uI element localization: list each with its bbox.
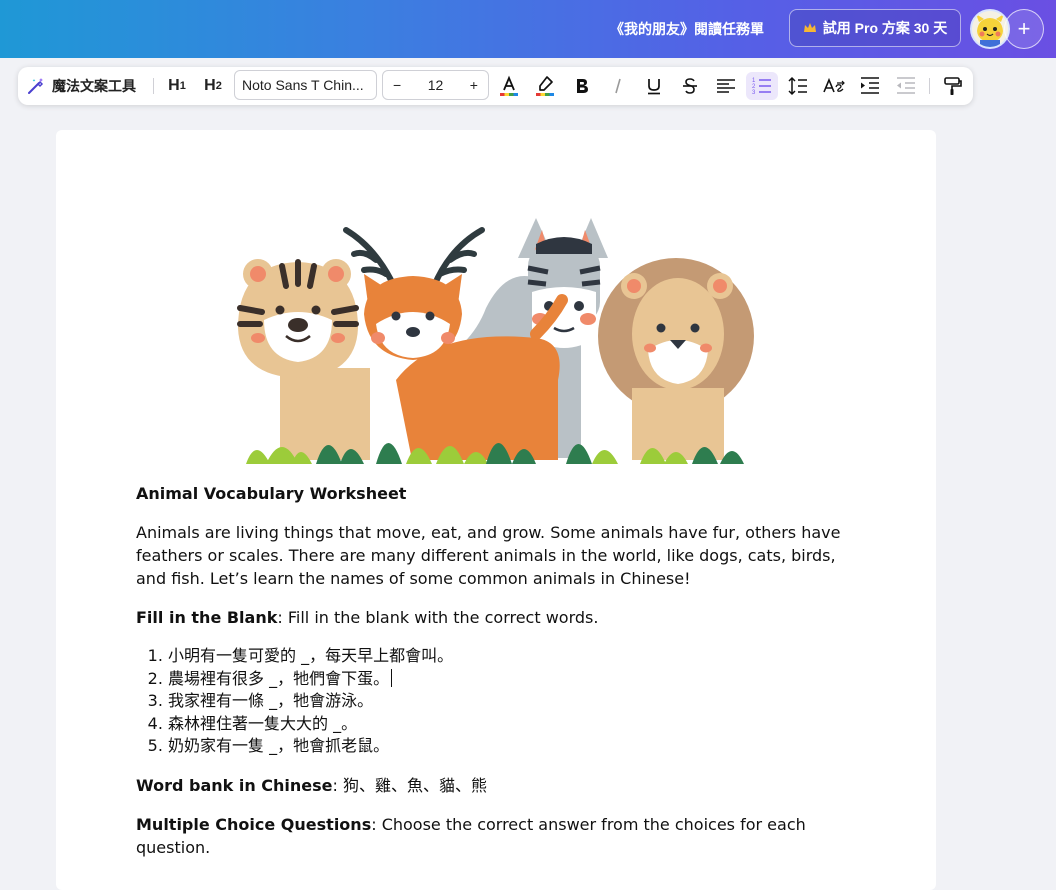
list-item: 森林裡住著一隻大大的 _。	[168, 713, 856, 736]
font-size-value[interactable]: 12	[428, 77, 444, 93]
editor-toolbar: 魔法文案工具 H1 H2 Noto Sans T Chin... − 12 +	[18, 67, 973, 105]
avatar-image	[972, 11, 1008, 47]
underline-icon	[648, 79, 660, 95]
line-spacing-button[interactable]	[783, 72, 813, 100]
font-size-increase-button[interactable]: +	[470, 77, 478, 93]
highlight-button[interactable]	[530, 72, 560, 100]
multiple-choice-instructions: Multiple Choice Questions: Choose the co…	[136, 813, 856, 859]
list-item-text: 農場裡有很多 _，牠們會下蛋。	[168, 668, 390, 688]
document-body[interactable]: Animal Vocabulary Worksheet Animals are …	[136, 482, 856, 875]
list-item: 農場裡有很多 _，牠們會下蛋。	[168, 668, 856, 691]
bold-icon	[577, 79, 588, 93]
fill-blank-instruction-text: : Fill in the blank with the correct wor…	[277, 608, 599, 627]
intro-paragraph: Animals are living things that move, eat…	[136, 523, 841, 588]
numbered-list-icon: 1 2 3	[752, 78, 771, 96]
list-item: 奶奶家有一隻 _，牠會抓老鼠。	[168, 735, 856, 758]
strikethrough-icon	[683, 78, 697, 94]
toolbar-divider	[929, 78, 930, 94]
bold-button[interactable]	[567, 72, 597, 100]
heading1-label: H	[168, 77, 180, 94]
line-spacing-icon	[788, 76, 807, 96]
multiple-choice-heading: Multiple Choice Questions	[136, 814, 372, 834]
word-bank-heading: Word bank in Chinese	[136, 775, 333, 795]
word-bank: Word bank in Chinese: 狗、雞、魚、貓、熊	[136, 774, 856, 797]
magic-wand-icon	[28, 78, 44, 94]
outdent-icon	[897, 77, 915, 94]
indent-icon	[861, 77, 879, 94]
document-title[interactable]: 《我的朋友》閱讀任務單	[610, 19, 764, 39]
align-left-button[interactable]	[711, 72, 741, 100]
try-pro-button[interactable]: 試用 Pro 方案 30 天	[789, 9, 961, 47]
underline-button[interactable]	[639, 72, 669, 100]
fill-blank-instructions: Fill in the Blank: Fill in the blank wit…	[136, 606, 856, 629]
heading1-sub: 1	[179, 80, 186, 92]
worksheet-title: Animal Vocabulary Worksheet	[136, 484, 407, 503]
outdent-button[interactable]	[891, 72, 921, 100]
magic-write-button[interactable]: 魔法文案工具	[26, 72, 140, 100]
font-size-control: − 12 +	[382, 70, 489, 100]
word-bank-words: : 狗、雞、魚、貓、熊	[332, 775, 487, 795]
text-color-icon	[500, 75, 518, 96]
italic-button[interactable]	[603, 72, 633, 100]
letter-spacing-icon	[823, 77, 845, 93]
text-color-button[interactable]	[494, 72, 524, 100]
animals-illustration	[237, 218, 754, 464]
document-page[interactable]: Animal Vocabulary Worksheet Animals are …	[56, 130, 936, 890]
fill-blank-heading: Fill in the Blank	[136, 608, 278, 627]
heading2-label: H	[204, 77, 216, 94]
indent-button[interactable]	[855, 72, 885, 100]
highlighter-icon	[536, 76, 554, 96]
fill-blank-list: 小明有一隻可愛的 _，每天早上都會叫。 農場裡有很多 _，牠們會下蛋。 我家裡有…	[136, 645, 856, 758]
svg-text:3: 3	[752, 90, 756, 96]
add-button[interactable]: +	[1004, 9, 1044, 49]
paint-roller-icon	[944, 77, 962, 95]
font-size-decrease-button[interactable]: −	[393, 77, 401, 93]
list-item: 我家裡有一條 _，牠會游泳。	[168, 690, 856, 713]
text-cursor	[391, 668, 393, 687]
toolbar-divider	[153, 78, 154, 94]
numbered-list-button[interactable]: 1 2 3	[746, 72, 778, 100]
magic-write-label: 魔法文案工具	[52, 78, 136, 94]
format-painter-button[interactable]	[938, 72, 968, 100]
heading2-button[interactable]: H2	[199, 72, 227, 100]
list-item: 小明有一隻可愛的 _，每天早上都會叫。	[168, 645, 856, 668]
font-family-select[interactable]: Noto Sans T Chin...	[234, 70, 377, 100]
crown-icon	[803, 23, 816, 32]
letter-spacing-button[interactable]	[819, 72, 849, 100]
top-header: 《我的朋友》閱讀任務單 試用 Pro 方案 30 天 +	[0, 0, 1056, 58]
strikethrough-button[interactable]	[675, 72, 705, 100]
heading2-sub: 2	[215, 80, 222, 92]
heading1-button[interactable]: H1	[163, 72, 191, 100]
try-pro-label: 試用 Pro 方案 30 天	[822, 20, 948, 36]
italic-icon	[615, 78, 621, 94]
align-left-icon	[717, 79, 735, 93]
